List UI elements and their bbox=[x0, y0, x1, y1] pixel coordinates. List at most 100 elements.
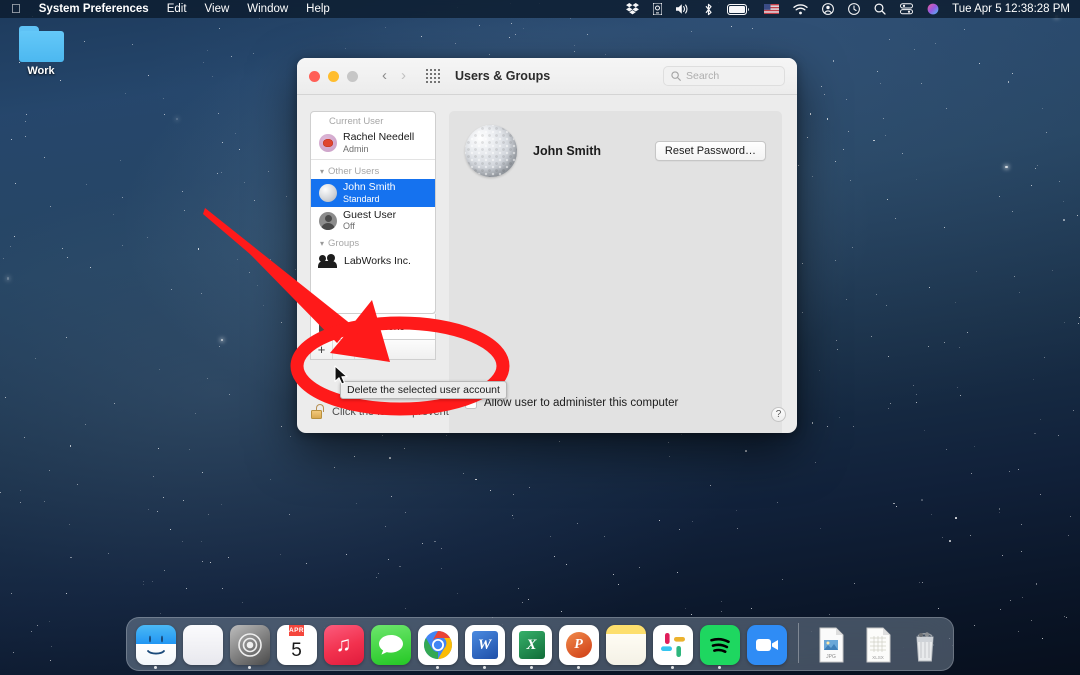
apple-menu-icon[interactable]:  bbox=[9, 2, 30, 16]
dock-item-xlsx-file[interactable]: XLSX bbox=[857, 625, 898, 670]
music-icon: ♫ bbox=[323, 625, 364, 665]
dock-item-excel[interactable]: X bbox=[511, 625, 552, 670]
dock-item-music[interactable]: ♫ bbox=[323, 625, 364, 670]
system-preferences-window: ‹ › Users & Groups Search Current User R… bbox=[297, 58, 797, 433]
clock-icon[interactable] bbox=[841, 0, 867, 18]
forward-button[interactable]: › bbox=[395, 68, 412, 84]
dock-item-messages[interactable] bbox=[370, 625, 411, 670]
traffic-lights bbox=[309, 70, 358, 82]
desktop-folder-label: Work bbox=[27, 65, 55, 77]
running-indicator bbox=[154, 666, 157, 669]
login-options-row[interactable]: Login Options bbox=[310, 314, 436, 340]
back-button[interactable]: ‹ bbox=[376, 68, 393, 84]
user-row-rachel-needell[interactable]: Rachel Needell Admin bbox=[311, 129, 435, 157]
dock-item-slack[interactable] bbox=[652, 625, 693, 670]
tooltip-delete-user: Delete the selected user account bbox=[340, 381, 507, 399]
group-icon bbox=[318, 254, 337, 269]
dock-item-notes[interactable] bbox=[605, 625, 646, 670]
user-row-guest-user[interactable]: Guest User Off bbox=[311, 207, 435, 235]
chevron-down-icon[interactable]: ▾ bbox=[320, 239, 324, 248]
dock-item-system-preferences[interactable] bbox=[229, 625, 270, 670]
siri-icon[interactable] bbox=[920, 0, 946, 18]
add-user-button[interactable]: + bbox=[311, 340, 333, 359]
menu-item-edit[interactable]: Edit bbox=[158, 0, 196, 18]
close-button[interactable] bbox=[309, 70, 320, 82]
folder-icon bbox=[18, 26, 64, 62]
user-text: Guest User Off bbox=[343, 209, 396, 232]
bluetooth-icon[interactable] bbox=[697, 0, 720, 18]
volume-icon[interactable] bbox=[669, 0, 697, 18]
menu-item-window[interactable]: Window bbox=[238, 0, 297, 18]
dock-item-launchpad[interactable] bbox=[182, 625, 223, 670]
group-header-label: Groups bbox=[328, 238, 360, 250]
user-row-john-smith[interactable]: John Smith Standard bbox=[311, 178, 435, 207]
chrome-icon bbox=[417, 625, 458, 665]
golf-ball-avatar[interactable] bbox=[465, 125, 517, 177]
launchpad-icon bbox=[182, 625, 223, 665]
chevron-down-icon[interactable]: ▾ bbox=[320, 167, 324, 176]
wifi-icon[interactable] bbox=[786, 0, 815, 18]
guest-avatar bbox=[319, 211, 337, 230]
group-header-label: Other Users bbox=[328, 165, 380, 177]
trash-icon bbox=[905, 625, 945, 665]
zoom-icon bbox=[746, 625, 787, 665]
search-input[interactable]: Search bbox=[663, 66, 785, 86]
time-machine-icon[interactable] bbox=[646, 0, 669, 18]
search-icon bbox=[671, 71, 681, 81]
dock-item-chrome[interactable] bbox=[417, 625, 458, 670]
minimize-button[interactable] bbox=[328, 70, 339, 82]
group-header-other-users[interactable]: ▾ Other Users bbox=[311, 162, 435, 179]
john-avatar bbox=[319, 183, 337, 202]
desktop-folder-work[interactable]: Work bbox=[8, 26, 74, 77]
all-preferences-icon[interactable] bbox=[426, 69, 440, 83]
allow-admin-label: Allow user to administer this computer bbox=[484, 397, 679, 409]
calendar-month: APR bbox=[289, 625, 304, 636]
battery-icon[interactable] bbox=[720, 0, 757, 18]
dock-item-spotify[interactable] bbox=[699, 625, 740, 670]
calendar-icon: APR 5 bbox=[276, 625, 317, 665]
login-options-icon bbox=[319, 320, 334, 335]
keyboard-flag-icon[interactable] bbox=[757, 0, 786, 18]
user-role: Off bbox=[343, 221, 355, 232]
unlocked-padlock-icon[interactable] bbox=[311, 404, 324, 419]
running-indicator bbox=[530, 666, 533, 669]
spotlight-search-icon[interactable] bbox=[867, 0, 893, 18]
user-detail-header: John Smith Reset Password… bbox=[449, 111, 782, 177]
dock-item-trash[interactable] bbox=[904, 625, 945, 670]
xlsx-file-icon: XLSX bbox=[858, 625, 898, 665]
reset-password-button[interactable]: Reset Password… bbox=[654, 141, 766, 161]
help-button[interactable]: ? bbox=[771, 407, 786, 422]
list-divider bbox=[311, 158, 435, 160]
control-center-icon[interactable] bbox=[893, 0, 920, 18]
menu-item-help[interactable]: Help bbox=[297, 0, 339, 18]
messages-icon bbox=[370, 625, 411, 665]
menu-bar-status-area: Tue Apr 5 12:38:28 PM bbox=[619, 0, 1080, 18]
dock-separator bbox=[798, 623, 799, 663]
group-header-groups[interactable]: ▾ Groups bbox=[311, 234, 435, 251]
dock-item-calendar[interactable]: APR 5 bbox=[276, 625, 317, 670]
mouse-cursor bbox=[334, 365, 348, 385]
user-text: Rachel Needell Admin bbox=[343, 131, 414, 154]
group-header-label: Current User bbox=[329, 116, 384, 127]
users-list[interactable]: Current User Rachel Needell Admin ▾ Othe… bbox=[310, 111, 436, 314]
running-indicator bbox=[483, 666, 486, 669]
zoom-button[interactable] bbox=[347, 70, 358, 82]
menu-item-system-preferences[interactable]: System Preferences bbox=[30, 0, 158, 18]
excel-icon: X bbox=[511, 625, 552, 665]
dock-item-word[interactable]: W bbox=[464, 625, 505, 670]
running-indicator bbox=[577, 666, 580, 669]
dock-item-finder[interactable] bbox=[135, 625, 176, 670]
word-glyph: W bbox=[471, 631, 498, 659]
user-account-icon[interactable] bbox=[815, 0, 841, 18]
dropbox-icon[interactable] bbox=[619, 0, 646, 18]
group-row-labworks[interactable]: LabWorks Inc. bbox=[311, 251, 435, 271]
system-preferences-icon bbox=[229, 625, 270, 665]
dock-item-powerpoint[interactable]: P bbox=[558, 625, 599, 670]
dock-item-zoom[interactable] bbox=[746, 625, 787, 670]
jpg-file-icon: JPG bbox=[811, 625, 851, 665]
calendar-day: 5 bbox=[291, 640, 302, 661]
menu-bar-clock[interactable]: Tue Apr 5 12:38:28 PM bbox=[946, 3, 1070, 15]
delete-user-button[interactable]: − bbox=[333, 340, 355, 359]
dock-item-jpg-file[interactable]: JPG bbox=[810, 625, 851, 670]
menu-item-view[interactable]: View bbox=[196, 0, 239, 18]
